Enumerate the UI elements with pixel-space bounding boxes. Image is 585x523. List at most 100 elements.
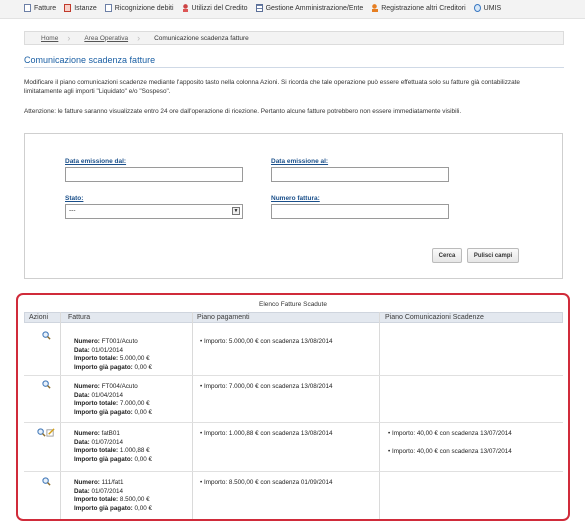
pagato-label: Importo già pagato: (74, 408, 133, 416)
data-dal-label: Data emissione dal: (65, 158, 127, 165)
piano-pagamenti-item: • Importo: 1.000,88 € con scadenza 13/08… (200, 430, 333, 437)
pulisci-campi-button[interactable]: Pulisci campi (467, 248, 519, 263)
header-azioni: Azioni (29, 314, 49, 321)
data-label: Data: (74, 346, 90, 354)
header-fattura: Fattura (68, 314, 91, 321)
chevron-down-icon: ▼ (232, 207, 240, 215)
globe-icon (473, 4, 481, 12)
data-al-input[interactable] (271, 167, 449, 182)
page-description: Modificare il piano comunicazioni scaden… (24, 79, 520, 95)
totale-label: Importo totale: (74, 400, 119, 408)
search-icon[interactable] (37, 428, 46, 437)
piano-text: Importo: 5.000,00 € con scadenza 13/08/2… (203, 338, 333, 345)
numero-value: FT001/Acuto (101, 338, 138, 345)
data-value: 01/07/2014 (91, 438, 124, 446)
piano-text: Importo: 8.500,00 € con scadenza 01/09/2… (203, 479, 333, 486)
data-label: Data: (74, 438, 90, 446)
piano-comunicazioni-item: • Importo: 40,00 € con scadenza 13/07/20… (388, 430, 512, 437)
nav-label: UMIS (483, 4, 502, 12)
nav-label: Registrazione altri Creditori (381, 4, 466, 12)
row-divider (24, 422, 563, 423)
table-header: Azioni Fattura Piano pagamenti Piano Com… (24, 312, 563, 323)
numero-label: Numero: (74, 338, 100, 345)
figure-icon (181, 4, 189, 12)
fattura-details: Numero: fatB01 Data: 01/07/2014 Importo … (74, 430, 152, 464)
data-label: Data: (74, 487, 90, 495)
breadcrumb-home[interactable]: Home › (25, 33, 70, 43)
numero-fattura-input[interactable] (271, 204, 449, 219)
piano-pagamenti-item: • Importo: 5.000,00 € con scadenza 13/08… (200, 338, 333, 345)
search-icon[interactable] (42, 331, 51, 340)
piano-pagamenti-item: • Importo: 8.500,00 € con scadenza 01/09… (200, 479, 333, 486)
numero-label: Numero: (74, 430, 100, 437)
title-divider (24, 67, 564, 68)
breadcrumb-label: Home (41, 34, 59, 42)
fattura-details: Numero: FT004/Acuto Data: 01/04/2014 Imp… (74, 383, 152, 417)
comunicazione-text: Importo: 40,00 € con scadenza 13/07/2014 (391, 448, 512, 455)
person-icon (371, 4, 379, 12)
column-divider (379, 312, 380, 519)
nav-ricognizione-debiti[interactable]: Ricognizione debiti (104, 4, 174, 12)
nav-label: Fatture (34, 4, 57, 12)
header-piano-pagamenti: Piano pagamenti (197, 314, 250, 321)
cerca-button[interactable]: Cerca (432, 248, 462, 263)
nav-utilizzi-credito[interactable]: Utilizzi del Credito (181, 4, 248, 12)
data-value: 01/07/2014 (91, 487, 124, 495)
numero-value: fatB01 (101, 430, 120, 437)
nav-umis[interactable]: UMIS (473, 4, 502, 12)
stato-select[interactable]: --- ▼ (65, 204, 243, 219)
results-table: Elenco Fatture Scadute Azioni Fattura Pi… (16, 293, 570, 521)
breadcrumb-current: Comunicazione scadenza fatture (138, 35, 259, 42)
piano-text: Importo: 7.000,00 € con scadenza 13/08/2… (203, 383, 333, 390)
nav-label: Gestione Amministrazione/Ente (265, 4, 364, 12)
fattura-details: Numero: 111/fat1 Data: 01/07/2014 Import… (74, 479, 152, 513)
page-note: Attenzione: le fatture saranno visualizz… (24, 108, 462, 115)
edit-icon[interactable] (46, 428, 55, 437)
nav-label: Ricognizione debiti (114, 4, 174, 12)
data-al-label: Data emissione al: (271, 158, 329, 165)
page-title: Comunicazione scadenza fatture (24, 55, 156, 65)
search-icon[interactable] (42, 380, 51, 389)
totale-value: 7.000,00 € (119, 400, 150, 408)
breadcrumb-label: Comunicazione scadenza fatture (154, 34, 249, 42)
numero-value: 111/fat1 (101, 479, 124, 486)
breadcrumb-area-operativa[interactable]: Area Operativa › (68, 33, 140, 43)
totale-value: 8.500,00 € (119, 496, 150, 504)
pagato-value: 0,00 € (134, 455, 153, 463)
numero-value: FT004/Acuto (101, 383, 138, 390)
numero-label: Numero: (74, 479, 100, 486)
data-label: Data: (74, 391, 90, 399)
piano-text: Importo: 1.000,88 € con scadenza 13/08/2… (203, 430, 333, 437)
numero-fattura-label: Numero fattura: (271, 195, 320, 202)
pagato-label: Importo già pagato: (74, 455, 133, 463)
totale-label: Importo totale: (74, 496, 119, 504)
pagato-value: 0,00 € (134, 504, 153, 512)
totale-value: 5.000,00 € (119, 355, 150, 363)
data-value: 01/04/2014 (91, 391, 124, 399)
column-divider (60, 312, 61, 519)
pagato-value: 0,00 € (134, 363, 153, 371)
header-piano-comunicazioni: Piano Comunicazioni Scadenze (385, 314, 484, 321)
row-divider (24, 471, 563, 472)
document-red-icon (64, 4, 72, 12)
nav-label: Utilizzi del Credito (191, 4, 248, 12)
totale-label: Importo totale: (74, 447, 119, 455)
nav-istanze[interactable]: Istanze (64, 4, 97, 12)
pagato-value: 0,00 € (134, 408, 153, 416)
pagato-label: Importo già pagato: (74, 363, 133, 371)
pagato-label: Importo già pagato: (74, 504, 133, 512)
stato-label: Stato: (65, 195, 84, 202)
piano-pagamenti-item: • Importo: 7.000,00 € con scadenza 13/08… (200, 383, 333, 390)
data-value: 01/01/2014 (91, 346, 124, 354)
nav-gestione-amministrazione[interactable]: Gestione Amministrazione/Ente (255, 4, 364, 12)
nav-fatture[interactable]: Fatture (24, 4, 56, 12)
totale-value: 1.000,88 € (119, 447, 150, 455)
data-dal-input[interactable] (65, 167, 243, 182)
breadcrumb: Home › Area Operativa › Comunicazione scad… (24, 31, 564, 45)
breadcrumb-label: Area Operativa (84, 34, 129, 42)
stato-value: --- (69, 207, 76, 214)
nav-registrazione-creditori[interactable]: Registrazione altri Creditori (371, 4, 466, 12)
document-icon (24, 4, 31, 12)
search-icon[interactable] (42, 477, 51, 486)
column-divider (192, 312, 193, 519)
